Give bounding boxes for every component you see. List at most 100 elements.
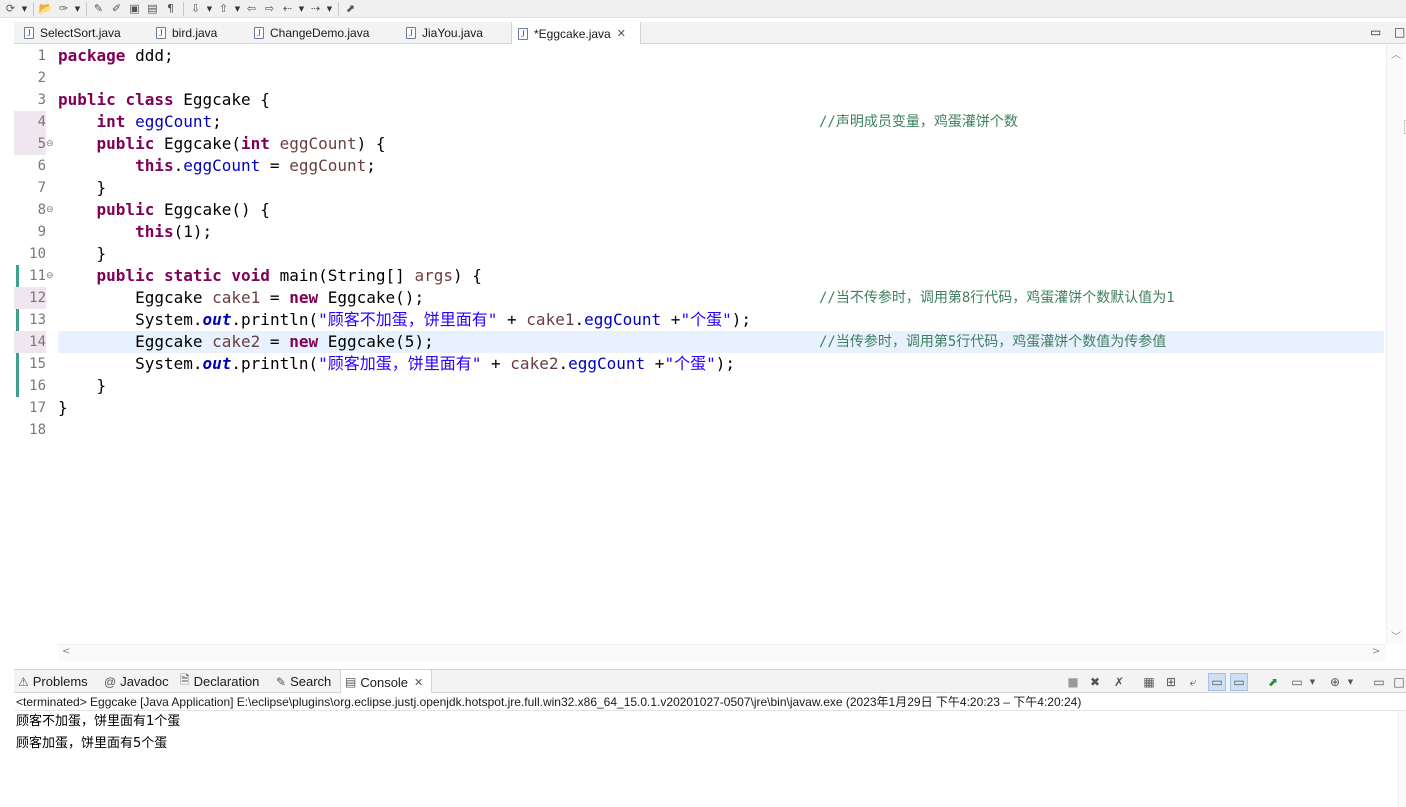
code-line[interactable]: package ddd; xyxy=(58,45,1384,67)
show-on-stderr-icon[interactable]: ▭ xyxy=(1230,673,1248,691)
pin-console-icon[interactable]: ⬈ xyxy=(1264,673,1282,691)
code-line[interactable] xyxy=(58,419,1384,441)
tab-javadoc[interactable]: @ Javadoc xyxy=(100,670,176,693)
code-line[interactable]: public static void main(String[] args) { xyxy=(58,265,1384,287)
chevron-down-icon[interactable]: ▼ xyxy=(233,1,242,17)
show-whitespace-icon[interactable]: ¶ xyxy=(162,1,179,17)
scroll-down-icon[interactable]: ﹀ xyxy=(1391,628,1401,643)
chevron-down-icon[interactable]: ▼ xyxy=(297,1,306,17)
code-token: eggCount xyxy=(568,354,646,373)
code-token: Eggcake(); xyxy=(318,288,425,307)
code-token: . xyxy=(173,156,184,175)
code-line[interactable]: int eggCount; //声明成员变量，鸡蛋灌饼个数 xyxy=(58,111,1384,133)
maximize-icon[interactable]: □ xyxy=(1390,673,1406,691)
editor-horizontal-scrollbar[interactable]: < > xyxy=(58,644,1386,661)
console-output-line: 顾客加蛋，饼里面有5个蛋 xyxy=(16,736,168,751)
code-editor[interactable]: 1 2 3 4 5 ⊖ 6 7 8 ⊖ 9 10 11 ⊖ 12 13 14 15 16 17 18 package d… xyxy=(14,44,1406,662)
fold-toggle-icon[interactable]: ⊖ xyxy=(46,199,56,221)
pin-editor-icon[interactable]: ⬈ xyxy=(342,1,359,17)
line-number: 8 xyxy=(37,202,46,218)
code-line[interactable]: } xyxy=(58,375,1384,397)
code-token: Eggcake xyxy=(58,288,213,307)
code-line[interactable]: } xyxy=(58,177,1384,199)
close-icon[interactable]: ✕ xyxy=(414,676,423,689)
clear-console-icon[interactable]: ▦ xyxy=(1140,673,1158,691)
code-token: (1); xyxy=(173,222,213,241)
scroll-lock-icon[interactable]: ⊞ xyxy=(1162,673,1180,691)
code-line[interactable]: this(1); xyxy=(58,221,1384,243)
code-line[interactable]: } xyxy=(58,397,1384,419)
code-area[interactable]: package ddd; public class Eggcake { int e… xyxy=(58,44,1384,644)
tab-bird[interactable]: J bird.java xyxy=(150,22,246,44)
chevron-down-icon[interactable]: ▼ xyxy=(325,1,334,17)
new-run-icon[interactable]: ⟳ xyxy=(2,1,19,17)
code-line[interactable]: public Eggcake(int eggCount) { xyxy=(58,133,1384,155)
forward-icon[interactable]: ⇢ xyxy=(307,1,324,17)
chevron-down-icon[interactable]: ▼ xyxy=(20,1,29,17)
console-process-description: <terminated> Eggcake [Java Application] … xyxy=(14,693,1406,711)
code-line[interactable]: System.out.println("顾客不加蛋，饼里面有" + cake1.… xyxy=(58,309,1384,331)
chevron-down-icon[interactable]: ▼ xyxy=(1346,673,1355,691)
fold-toggle-icon[interactable]: ⊖ xyxy=(46,265,56,287)
mark-occurrences-icon[interactable]: ✎ xyxy=(90,1,107,17)
code-token: + xyxy=(497,310,527,329)
console-output-line: 顾客不加蛋，饼里面有1个蛋 xyxy=(16,714,181,729)
display-console-icon[interactable]: ▭ xyxy=(1288,673,1306,691)
code-line[interactable]: Eggcake cake2 = new Eggcake(5); //当传参时，调用… xyxy=(58,331,1384,353)
prev-annotation-icon[interactable]: ⇧ xyxy=(215,1,232,17)
maximize-icon[interactable]: □ xyxy=(1394,22,1405,42)
close-icon[interactable]: ✕ xyxy=(617,27,626,40)
console-vertical-scrollbar[interactable] xyxy=(1398,711,1406,807)
code-token: Eggcake(5); xyxy=(318,332,434,351)
code-token: cake2 xyxy=(510,354,559,373)
code-token: } xyxy=(58,178,107,197)
code-line[interactable]: this.eggCount = eggCount; xyxy=(58,155,1384,177)
code-line[interactable]: } xyxy=(58,243,1384,265)
code-line[interactable]: System.out.println("顾客加蛋，饼里面有" + cake2.e… xyxy=(58,353,1384,375)
minimize-icon[interactable]: ▭ xyxy=(1370,22,1381,42)
annotation-icon[interactable]: ✐ xyxy=(108,1,125,17)
code-token: public xyxy=(96,200,155,219)
forward-edit-icon[interactable]: ⇨ xyxy=(261,1,278,17)
scroll-up-icon[interactable]: ︿ xyxy=(1391,46,1401,61)
next-annotation-icon[interactable]: ⇩ xyxy=(187,1,204,17)
tab-search[interactable]: ✎ Search xyxy=(272,670,340,693)
tab-eggcake[interactable]: J *Eggcake.java ✕ xyxy=(511,22,641,45)
remove-launch-icon[interactable]: ✖ xyxy=(1086,673,1104,691)
terminate-icon[interactable]: ■ xyxy=(1064,673,1082,691)
tab-changedemo[interactable]: J ChangeDemo.java xyxy=(248,22,388,44)
tab-problems[interactable]: ⚠ Problems xyxy=(14,670,98,693)
code-line[interactable]: public class Eggcake { xyxy=(58,89,1384,111)
chevron-down-icon[interactable]: ▼ xyxy=(205,1,214,17)
code-token: "顾客加蛋，饼里面有" xyxy=(318,354,482,373)
code-token: ); xyxy=(731,310,751,329)
doc-icon[interactable]: ▤ xyxy=(144,1,161,17)
open-console-icon[interactable]: ⊕ xyxy=(1326,673,1344,691)
scroll-left-icon[interactable]: < xyxy=(62,646,70,657)
code-line[interactable] xyxy=(58,67,1384,89)
tab-console[interactable]: ▤ Console ✕ xyxy=(340,670,432,694)
word-wrap-icon[interactable]: ⤶ xyxy=(1184,673,1202,691)
code-line[interactable]: public Eggcake() { xyxy=(58,199,1384,221)
block-selection-icon[interactable]: ▣ xyxy=(126,1,143,17)
console-output[interactable]: 顾客不加蛋，饼里面有1个蛋 顾客加蛋，饼里面有5个蛋 xyxy=(14,711,1406,807)
fold-toggle-icon[interactable]: ⊖ xyxy=(46,133,56,155)
line-number: 13 xyxy=(29,312,46,328)
tab-jiayou[interactable]: J JiaYou.java xyxy=(400,22,510,44)
chevron-down-icon[interactable]: ▼ xyxy=(73,1,82,17)
tab-selectsort[interactable]: J SelectSort.java xyxy=(18,22,146,44)
code-line[interactable]: Eggcake cake1 = new Eggcake(); //当不传参时，调用… xyxy=(58,287,1384,309)
open-folder-icon[interactable]: 📂 xyxy=(37,1,54,17)
tab-declaration[interactable]: 🗎 Declaration xyxy=(176,670,270,693)
minimize-icon[interactable]: ▭ xyxy=(1370,673,1388,691)
scroll-right-icon[interactable]: > xyxy=(1372,646,1380,657)
toolbar-separator xyxy=(183,1,184,16)
toggle-breakpoint-icon[interactable]: ✑ xyxy=(55,1,72,17)
chevron-down-icon[interactable]: ▼ xyxy=(1308,673,1317,691)
last-edit-icon[interactable]: ⇦ xyxy=(243,1,260,17)
editor-vertical-scrollbar[interactable]: ︿ ﹀ xyxy=(1386,44,1404,644)
show-on-stdout-icon[interactable]: ▭ xyxy=(1208,673,1226,691)
remove-all-terminated-icon[interactable]: ✗ xyxy=(1110,673,1128,691)
back-icon[interactable]: ⇠ xyxy=(279,1,296,17)
code-token: } xyxy=(58,244,107,263)
